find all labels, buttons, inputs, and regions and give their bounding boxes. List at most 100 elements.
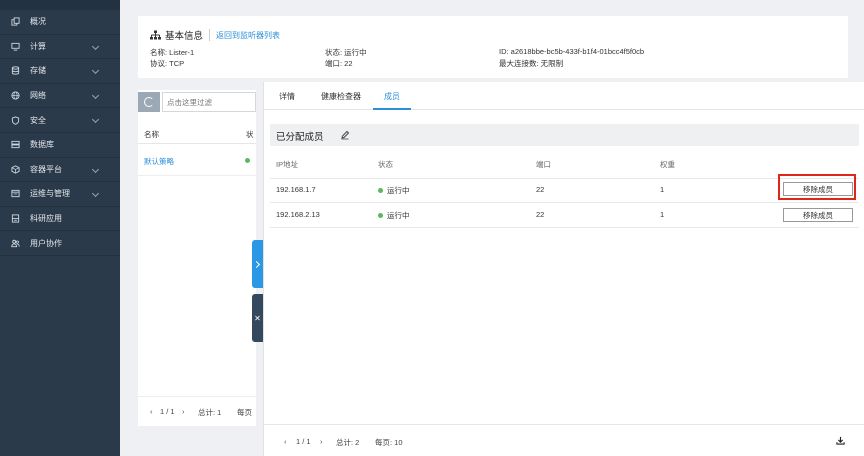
section-title: 已分配成员	[276, 132, 324, 143]
listener-status: 状态: 运行中	[325, 48, 367, 57]
next-page-button[interactable]: ›	[182, 407, 185, 416]
chevron-down-icon	[91, 165, 100, 173]
chevron-down-icon	[91, 42, 100, 50]
member-status: 运行中	[378, 210, 410, 221]
column-header-weight: 权重	[660, 160, 675, 169]
page-title: 基本信息	[165, 31, 204, 42]
row-divider	[270, 202, 859, 203]
member-port: 22	[536, 185, 545, 194]
sidebar-item-network[interactable]: 网络	[0, 84, 120, 109]
list-item[interactable]: 默认策略	[138, 146, 256, 176]
filter-input[interactable]	[162, 92, 256, 112]
column-header-status: 状态	[378, 160, 393, 169]
column-header-port: 端口	[536, 160, 551, 169]
detail-drawer: 详情 健康检查器 成员 已分配成员 IP地址 状态 端口 权重 192.168.…	[263, 82, 864, 456]
sidebar-item-label: 概况	[30, 17, 46, 27]
container-icon	[10, 164, 20, 174]
refresh-button[interactable]	[138, 92, 160, 112]
listener-protocol: 协议: TCP	[150, 59, 185, 68]
chevron-down-icon	[91, 116, 100, 124]
status-dot	[245, 158, 250, 163]
sidebar-item-label: 数据库	[30, 140, 54, 150]
remove-member-button[interactable]: 移除成员	[783, 208, 853, 222]
listener-name: 名称: Lister-1	[150, 48, 195, 57]
listener-port: 端口: 22	[325, 59, 353, 68]
member-weight: 1	[660, 185, 665, 194]
sidebar-item-label: 用户协作	[30, 238, 62, 248]
copy-icon	[10, 17, 20, 27]
assigned-members-header: 已分配成员	[270, 124, 859, 146]
member-port: 22	[536, 210, 545, 219]
member-status: 运行中	[378, 185, 410, 196]
back-to-listeners-link[interactable]: 返回到监听器列表	[216, 30, 280, 41]
sidebar-item-storage[interactable]: 存储	[0, 59, 120, 84]
tab-details[interactable]: 详情	[279, 91, 295, 102]
title-divider	[209, 29, 211, 41]
sidebar-item-research[interactable]: 科研应用	[0, 207, 120, 232]
sidebar-item-label: 网络	[30, 91, 46, 101]
shield-icon	[10, 115, 20, 125]
tab-members[interactable]: 成员	[384, 91, 400, 102]
prev-page-button[interactable]: ‹	[150, 407, 153, 416]
column-header-name: 名称	[144, 130, 159, 139]
sidebar-item-container[interactable]: 容器平台	[0, 158, 120, 183]
prev-page-button[interactable]: ‹	[284, 437, 287, 446]
basic-info-panel: 基本信息 返回到监听器列表 名称: Lister-1 协议: TCP 状态: 运…	[138, 16, 848, 78]
lab-icon	[10, 214, 20, 224]
listener-id: ID: a2618bbe-bc5b-433f-b1f4-01bcc4f5f0cb	[499, 47, 645, 56]
users-icon	[10, 238, 20, 248]
member-ip: 192.168.2.13	[276, 210, 320, 219]
edit-icon[interactable]	[340, 130, 350, 140]
page-info: 1 / 1	[160, 407, 175, 416]
listener-max-connections: 最大连接数: 无限制	[499, 59, 564, 68]
sidebar-item-label: 运维与管理	[30, 189, 70, 199]
sidebar-item-ops[interactable]: 运维与管理	[0, 182, 120, 207]
next-page-button[interactable]: ›	[320, 437, 323, 446]
sidebar-item-label: 科研应用	[30, 214, 62, 224]
sidebar-item-compute[interactable]: 计算	[0, 35, 120, 60]
sidebar-topbar	[0, 0, 120, 10]
member-weight: 1	[660, 210, 665, 219]
member-ip: 192.168.1.7	[276, 185, 316, 194]
chevron-right-icon	[252, 260, 261, 268]
status-dot	[378, 212, 383, 218]
row-divider	[270, 227, 859, 228]
sidebar-item-label: 存储	[30, 66, 46, 76]
policy-name-link[interactable]: 默认策略	[144, 156, 174, 167]
tab-health-checker[interactable]: 健康检查器	[321, 91, 361, 102]
expand-drawer-button[interactable]	[252, 240, 263, 288]
total-count: 总计: 1	[198, 408, 222, 417]
chevron-down-icon	[91, 91, 100, 99]
sitemap-icon	[150, 30, 161, 39]
list-header: 名称 状	[138, 124, 256, 144]
sidebar-item-collab[interactable]: 用户协作	[0, 231, 120, 256]
basic-info-title: 基本信息 返回到监听器列表	[150, 28, 280, 42]
drawer-pagination: ‹ 1 / 1 › 总计: 2 每页: 10	[264, 424, 864, 456]
status-dot	[378, 187, 383, 193]
monitor-icon	[10, 41, 20, 51]
drawer-tabs: 详情 健康检查器 成员	[264, 82, 864, 110]
member-status-text: 运行中	[387, 211, 410, 220]
close-icon: ✕	[254, 313, 261, 323]
column-header-status: 状	[246, 130, 254, 139]
policy-list-panel: 名称 状 默认策略 ‹ 1 / 1 › 总计: 1 每页	[138, 90, 256, 426]
sidebar-item-database[interactable]: 数据库	[0, 133, 120, 158]
close-drawer-button[interactable]: ✕	[252, 294, 263, 342]
database-icon	[10, 66, 20, 76]
member-status-text: 运行中	[387, 186, 410, 195]
sidebar-item-security[interactable]: 安全	[0, 108, 120, 133]
download-icon[interactable]	[836, 436, 845, 445]
column-header-ip: IP地址	[276, 160, 299, 169]
server-icon	[10, 140, 20, 150]
sidebar-item-label: 安全	[30, 115, 46, 125]
total-count: 总计: 2	[336, 438, 360, 447]
per-page-label: 每页	[237, 408, 252, 417]
page-info: 1 / 1	[296, 437, 311, 446]
per-page-selector[interactable]: 每页: 10	[375, 437, 403, 448]
sidebar: 概况 计算 存储 网络 安全 数据库 容器平台 运维与管理 科研应用 用户协作	[0, 0, 120, 456]
sidebar-item-label: 容器平台	[30, 164, 62, 174]
highlight-box	[778, 174, 856, 200]
sidebar-item-overview[interactable]: 概况	[0, 10, 120, 35]
active-tab-indicator	[373, 108, 411, 110]
list-pagination: ‹ 1 / 1 › 总计: 1 每页	[138, 396, 256, 426]
